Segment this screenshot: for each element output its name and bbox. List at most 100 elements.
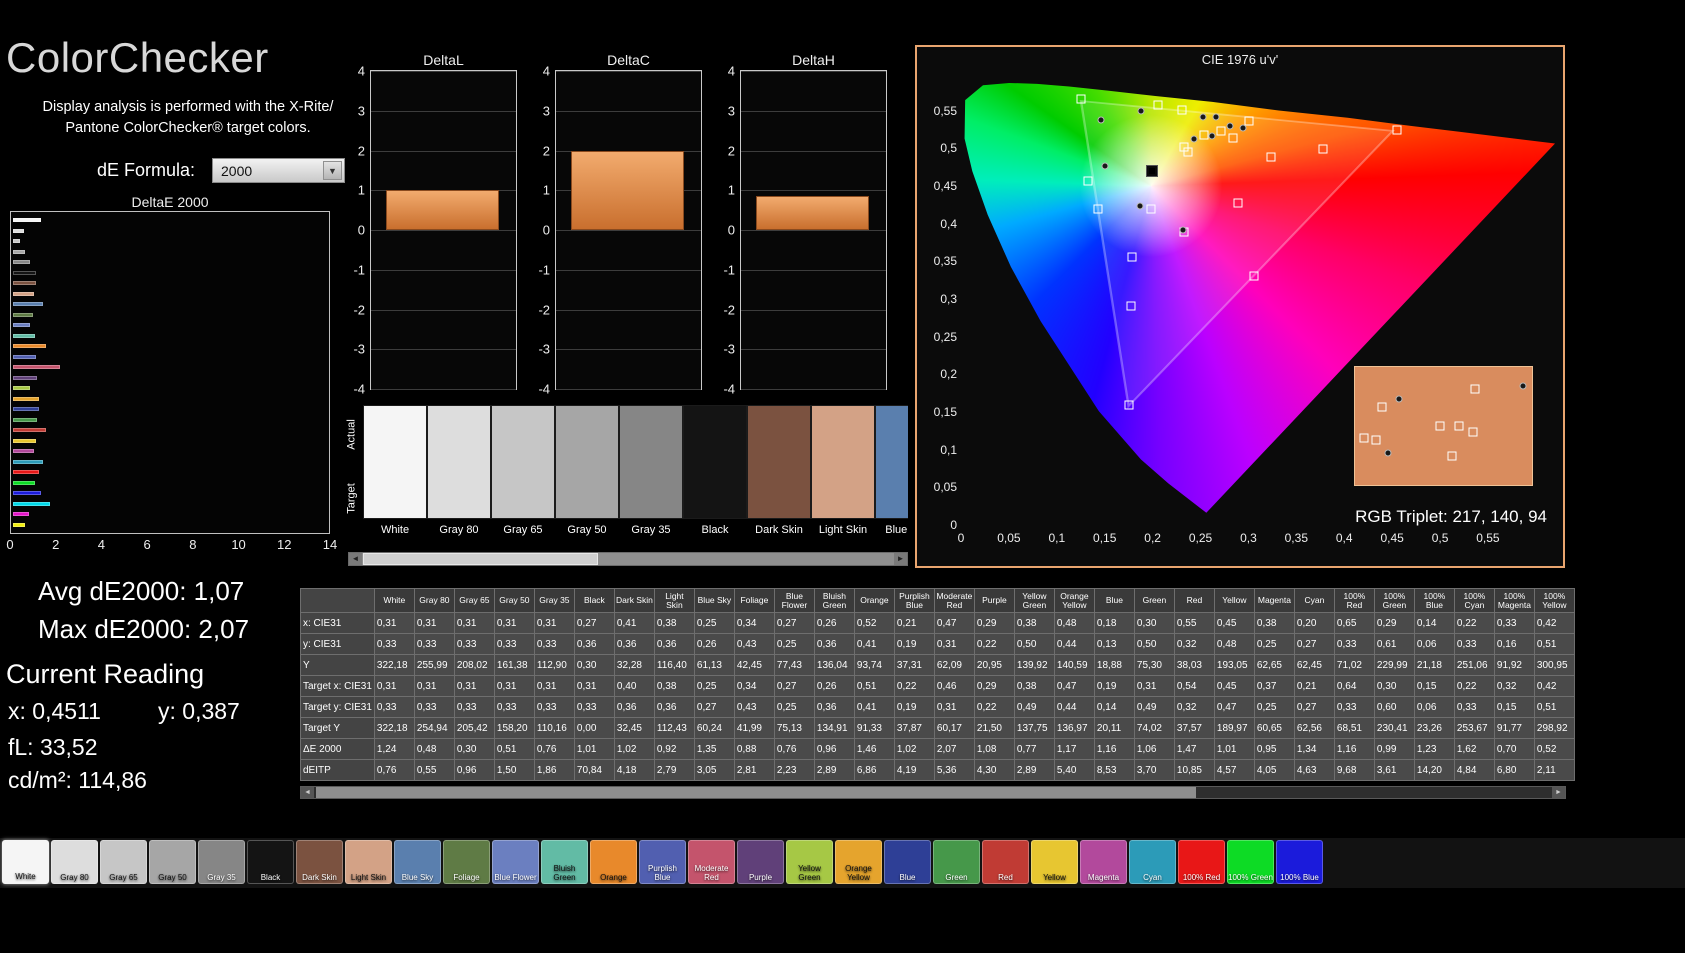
table-cell: 4,57 [1213, 759, 1255, 781]
table-scroll-right-icon[interactable]: ► [1552, 787, 1565, 798]
table-cell: 0,48 [1213, 633, 1255, 655]
toolbar-swatch[interactable]: Magenta [1080, 840, 1127, 884]
table-scroll-thumb[interactable] [316, 787, 1196, 798]
patch-strip-scroll-thumb[interactable] [363, 553, 598, 565]
measured-marker [1226, 122, 1234, 130]
table-cell: 0,47 [1213, 696, 1255, 718]
deltae2000-xaxis: 0 2 4 6 8 10 12 14 [6, 537, 337, 553]
table-cell: 0,33 [493, 696, 535, 718]
deltae-bar-row [13, 341, 329, 352]
table-cell: 4,19 [893, 759, 935, 781]
measured-marker [1136, 202, 1144, 210]
table-cell: 140,59 [1053, 654, 1095, 676]
toolbar-swatch[interactable]: 100% Blue [1276, 840, 1323, 884]
gridline [741, 349, 886, 351]
deltae-bar [13, 333, 35, 338]
patch-strip-scrollbar[interactable]: ◄ ► [348, 552, 908, 566]
table-cell: 18,88 [1093, 654, 1135, 676]
table-row: Y 322,18 255,99 208,02 161,38 112,90 0,30 32,28… [300, 654, 1575, 676]
toolbar-swatch[interactable]: Blue Sky [394, 840, 441, 884]
table-scrollbar[interactable]: ◄ ► [300, 786, 1566, 799]
toolbar-swatch-label: Foliage [453, 872, 480, 882]
table-cell: 1,08 [973, 738, 1015, 760]
table-cell: 0,33 [573, 696, 615, 718]
toolbar-swatch[interactable]: Gray 50 [149, 840, 196, 884]
table-cell: 0,26 [813, 675, 855, 697]
scroll-right-icon[interactable]: ► [894, 553, 907, 565]
table-cell: 1,23 [1413, 738, 1455, 760]
deltae-bar-row [13, 352, 329, 363]
scroll-left-icon[interactable]: ◄ [349, 553, 362, 565]
tick-label: 0,15 [933, 405, 957, 419]
table-cell: 1,17 [1053, 738, 1095, 760]
target-marker [1199, 130, 1209, 140]
table-cell: 0,16 [1493, 633, 1535, 655]
toolbar-swatch[interactable]: Yellow Green [786, 840, 833, 884]
toolbar-swatch[interactable]: Yellow [1031, 840, 1078, 884]
toolbar-swatch[interactable]: Cyan [1129, 840, 1176, 884]
measured-marker [1101, 162, 1109, 170]
gridline [556, 269, 701, 271]
toolbar-swatch[interactable]: White [2, 840, 49, 884]
deltae-bar [13, 281, 37, 286]
de-formula-label: dE Formula: [97, 160, 196, 180]
toolbar-swatch[interactable]: Gray 80 [51, 840, 98, 884]
table-cell: 75,13 [773, 717, 815, 739]
table-scroll-left-icon[interactable]: ◄ [301, 787, 314, 798]
deltae-bar-row [13, 373, 329, 384]
table-cell: 0,33 [453, 696, 495, 718]
table-cell: 6,80 [1493, 759, 1535, 781]
tick-label: 0,45 [933, 179, 957, 193]
table-cell: 68,51 [1333, 717, 1375, 739]
tick-label: 8 [189, 537, 197, 552]
table-cell: 1,02 [613, 738, 655, 760]
patch-swatch: White [363, 405, 427, 545]
toolbar-swatch[interactable]: Orange [590, 840, 637, 884]
table-cell: 0,31 [453, 675, 495, 697]
deltae-bar [13, 365, 60, 370]
table-cell: 0,51 [493, 738, 535, 760]
table-cell: 1,06 [1133, 738, 1175, 760]
toolbar-swatch[interactable]: Gray 65 [100, 840, 147, 884]
table-cell: 41,99 [733, 717, 775, 739]
table-cell: 0,45 [1213, 675, 1255, 697]
table-cell: 0,43 [733, 633, 775, 655]
deltal-title: DeltaL [423, 52, 464, 68]
toolbar-swatch[interactable]: Blue Flower [492, 840, 539, 884]
toolbar-swatch[interactable]: Black [247, 840, 294, 884]
chevron-down-icon[interactable]: ▼ [323, 161, 342, 180]
toolbar-swatch[interactable]: Purplish Blue [639, 840, 686, 884]
target-marker [1359, 433, 1369, 443]
column-header: 100% Cyan [1453, 588, 1495, 613]
target-marker [1126, 301, 1136, 311]
target-marker [1127, 252, 1137, 262]
toolbar-swatch[interactable]: Purple [737, 840, 784, 884]
table-cell: 112,90 [533, 654, 575, 676]
toolbar-swatch[interactable]: Dark Skin [296, 840, 343, 884]
deltae-bar-row [13, 478, 329, 489]
table-cell: 37,31 [893, 654, 935, 676]
de-formula-dropdown[interactable]: 2000 ▼ [212, 158, 345, 183]
tick-label: 4 [542, 63, 550, 79]
patch-strip: White Gray 80 Gray 65 Gray 50 Gray 35 Black Da… [363, 405, 908, 545]
table-cell: 134,91 [813, 717, 855, 739]
toolbar-swatch[interactable]: Red [982, 840, 1029, 884]
toolbar-swatch[interactable]: Moderate Red [688, 840, 735, 884]
toolbar-swatch[interactable]: Light Skin [345, 840, 392, 884]
bottom-toolbar: White Gray 80 Gray 65 Gray 50 Gray 35 Black Da… [0, 838, 1685, 888]
toolbar-swatch[interactable]: Blue [884, 840, 931, 884]
target-marker [1233, 198, 1243, 208]
toolbar-swatch[interactable]: Orange Yellow [835, 840, 882, 884]
deltae-bar-row [13, 467, 329, 478]
tick-label: 0 [542, 222, 550, 238]
table-cell: 0,22 [973, 696, 1015, 718]
table-cell: 0,47 [1053, 675, 1095, 697]
patch-label: Blue Sky [885, 524, 908, 536]
deltae2000-chart-title: DeltaE 2000 [131, 194, 209, 210]
toolbar-swatch[interactable]: Foliage [443, 840, 490, 884]
toolbar-swatch[interactable]: 100% Green [1227, 840, 1274, 884]
toolbar-swatch[interactable]: 100% Red [1178, 840, 1225, 884]
toolbar-swatch[interactable]: Green [933, 840, 980, 884]
toolbar-swatch[interactable]: Bluish Green [541, 840, 588, 884]
toolbar-swatch[interactable]: Gray 35 [198, 840, 245, 884]
